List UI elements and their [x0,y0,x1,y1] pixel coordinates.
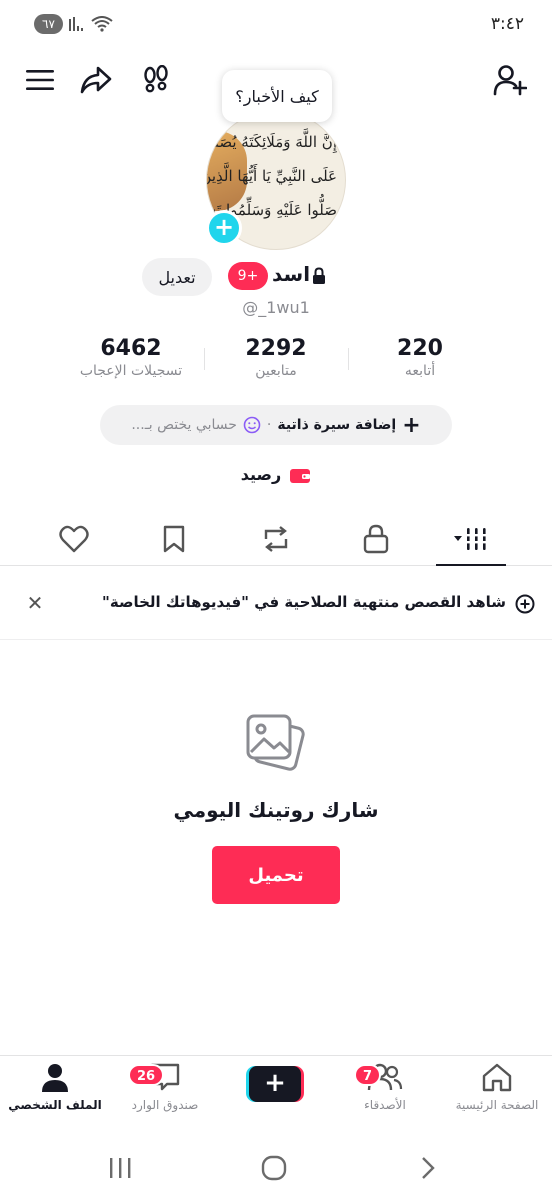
avatar-verse-line-2: عَلَى النَّبِيِّ يَا أَيُّهَا الَّذِينَ … [207,167,337,185]
videos-grid-icon [454,528,488,550]
nav-inbox[interactable]: صندوق الوارد 26 [110,1062,220,1132]
inbox-badge: 26 [128,1064,165,1086]
back-chevron-icon [422,1157,435,1179]
edit-profile-label: تعديل [158,267,196,287]
following-label: أتابعه [404,363,436,379]
status-icons: ٦٧ [34,14,113,34]
tooltip-text: كيف الأخبار؟ [235,86,319,106]
stat-followers[interactable]: 2292 متابعين [201,336,351,379]
plus-icon: + [213,213,235,241]
status-tooltip[interactable]: كيف الأخبار؟ [222,70,332,122]
lock-icon [363,524,389,554]
tab-private[interactable] [346,512,406,566]
heart-icon [59,525,89,553]
wallet-icon [290,468,311,483]
close-notice-button[interactable]: ✕ [22,590,48,616]
balance-label: رصيد [240,465,282,484]
name-row: تعديل 9+ اسد [0,258,552,298]
display-name: اسد [272,262,311,286]
plus-icon: + [249,1066,301,1102]
add-user-icon [493,65,527,96]
private-lock-icon [313,267,325,284]
stats-row: 6462 تسجيلات الإعجاب 2292 متابعين 220 أت… [0,336,552,396]
badge-count: 9+ [237,268,259,284]
home-system-button[interactable] [254,1148,294,1188]
bio-separator: · [266,417,272,433]
wifi-icon [91,16,113,32]
recent-apps-button[interactable] [100,1148,140,1188]
tab-liked[interactable] [44,512,104,566]
bookmark-icon [163,525,185,553]
add-bio-label: إضافة سيرة ذاتية [277,417,397,433]
avatar-verse-line-1: إِنَّ اللَّهَ وَمَلَائِكَتَهُ يُصَلُّونَ [206,133,337,151]
add-story-button[interactable]: + [206,210,242,246]
stat-likes[interactable]: 6462 تسجيلات الإعجاب [56,336,206,379]
notification-badge[interactable]: 9+ [228,262,268,290]
home-icon [482,1063,512,1092]
username: @_1wu1 [242,298,310,317]
upload-button[interactable]: تحميل [212,846,340,904]
nav-friends[interactable]: الأصدقاء 7 [330,1062,440,1132]
repost-icon [264,526,288,552]
close-icon: ✕ [26,591,44,615]
stat-following[interactable]: 220 أتابعه [345,336,495,379]
home-circle-icon [261,1155,287,1181]
signal-icon [68,17,83,31]
smiley-icon [243,416,261,434]
likes-label: تسجيلات الإعجاب [79,363,183,379]
recent-apps-icon [110,1158,131,1178]
system-navigation [0,1140,552,1196]
nav-home-label: الصفحة الرئيسية [455,1098,539,1112]
tab-reposts[interactable] [246,512,306,566]
tab-favorites[interactable] [144,512,204,566]
friends-badge: 7 [354,1064,382,1086]
followers-label: متابعين [255,363,297,379]
empty-state-title: شارك روتينك اليومي [173,798,379,822]
notice-text: شاهد القصص منتهية الصلاحية في "فيديوهاتك… [102,593,506,611]
active-tab-indicator [436,564,506,566]
nav-inbox-label: صندوق الوارد [131,1098,199,1112]
expired-stories-notice[interactable]: شاهد القصص منتهية الصلاحية في "فيديوهاتك… [0,568,552,640]
hamburger-menu-icon [26,70,54,90]
share-button[interactable] [76,60,116,100]
nav-profile[interactable]: الملف الشخصي [0,1062,110,1132]
nav-home[interactable]: الصفحة الرئيسية [442,1062,552,1132]
status-time: ٣:٤٢ [490,14,524,34]
profile-icon [42,1064,68,1092]
following-count: 220 [397,336,443,361]
battery-indicator: ٦٧ [34,14,63,34]
followers-count: 2292 [245,336,307,361]
content-tabs [0,512,552,566]
photos-icon [246,714,305,771]
plus-icon: + [402,412,421,438]
nav-profile-label: الملف الشخصي [8,1098,102,1112]
footprints-icon [144,65,168,93]
balance-link[interactable]: رصيد [0,465,552,484]
edit-profile-button[interactable]: تعديل [142,258,212,296]
likes-count: 6462 [100,336,162,361]
share-arrow-icon [80,66,112,94]
bio-placeholder: حسابي يختص بـ... [131,417,237,433]
add-bio-button[interactable]: + إضافة سيرة ذاتية · حسابي يختص بـ... [100,405,452,445]
tab-videos[interactable] [441,512,501,566]
nav-friends-label: الأصدقاء [364,1098,406,1112]
add-friend-button[interactable] [490,60,530,100]
story-add-icon [515,594,535,614]
back-button[interactable] [408,1148,448,1188]
upload-label: تحميل [248,864,304,886]
create-button[interactable]: + [246,1066,304,1102]
footprints-button[interactable] [136,60,176,100]
status-bar: ٦٧ ٣:٤٢ [0,0,552,50]
menu-button[interactable] [20,60,60,100]
